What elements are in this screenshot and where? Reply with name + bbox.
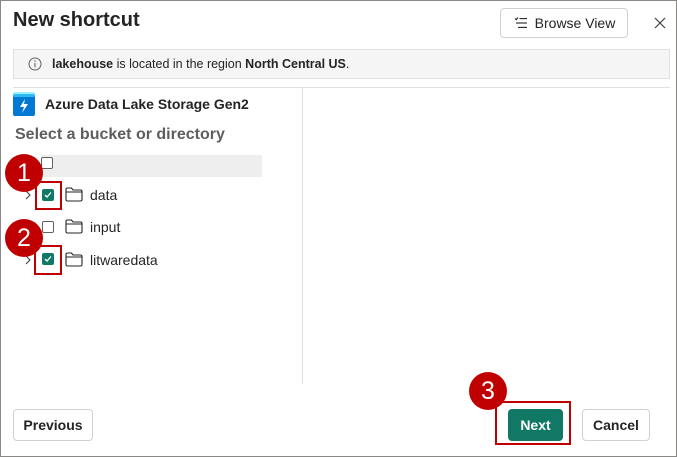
info-message-middle: is located in the region [113, 57, 246, 71]
source-name: Azure Data Lake Storage Gen2 [45, 96, 249, 112]
tree-root-checkbox[interactable] [41, 157, 53, 169]
info-message: lakehouse is located in the region North… [52, 57, 349, 71]
folder-icon [65, 187, 83, 202]
dialog-title: New shortcut [13, 9, 140, 31]
adls-gen2-icon [13, 92, 35, 116]
tree-item-label[interactable]: litwaredata [90, 252, 158, 268]
previous-button[interactable]: Previous [13, 409, 93, 441]
source-header: Azure Data Lake Storage Gen2 [13, 91, 249, 117]
lakehouse-name: lakehouse [52, 57, 114, 71]
close-icon [654, 17, 666, 29]
input-checkbox[interactable] [42, 221, 54, 233]
pane-divider [302, 88, 303, 384]
info-message-end: . [345, 57, 350, 71]
header-divider [13, 87, 670, 88]
new-shortcut-dialog: New shortcut Browse View lakehouse is lo… [0, 0, 677, 457]
select-bucket-label: Select a bucket or directory [15, 126, 225, 143]
info-icon [28, 57, 42, 71]
tree-root-row[interactable] [41, 155, 262, 177]
cancel-button[interactable]: Cancel [582, 409, 650, 441]
close-button[interactable] [649, 12, 671, 34]
folder-icon [65, 219, 83, 234]
step-badge-2: 2 [5, 219, 43, 257]
step-badge-3: 3 [469, 372, 507, 410]
folder-icon [65, 252, 83, 267]
list-filter-icon [514, 17, 527, 28]
browse-view-button[interactable]: Browse View [500, 8, 628, 38]
region-name: North Central US [245, 57, 346, 71]
step-badge-1: 1 [5, 154, 43, 192]
browse-view-label: Browse View [534, 15, 616, 31]
tree-item-label[interactable]: input [90, 219, 120, 235]
highlight-box-data-checkbox [35, 181, 62, 210]
region-info-bar: lakehouse is located in the region North… [13, 49, 670, 79]
tree-item-label[interactable]: data [90, 187, 117, 203]
highlight-box-next-button [495, 401, 571, 445]
